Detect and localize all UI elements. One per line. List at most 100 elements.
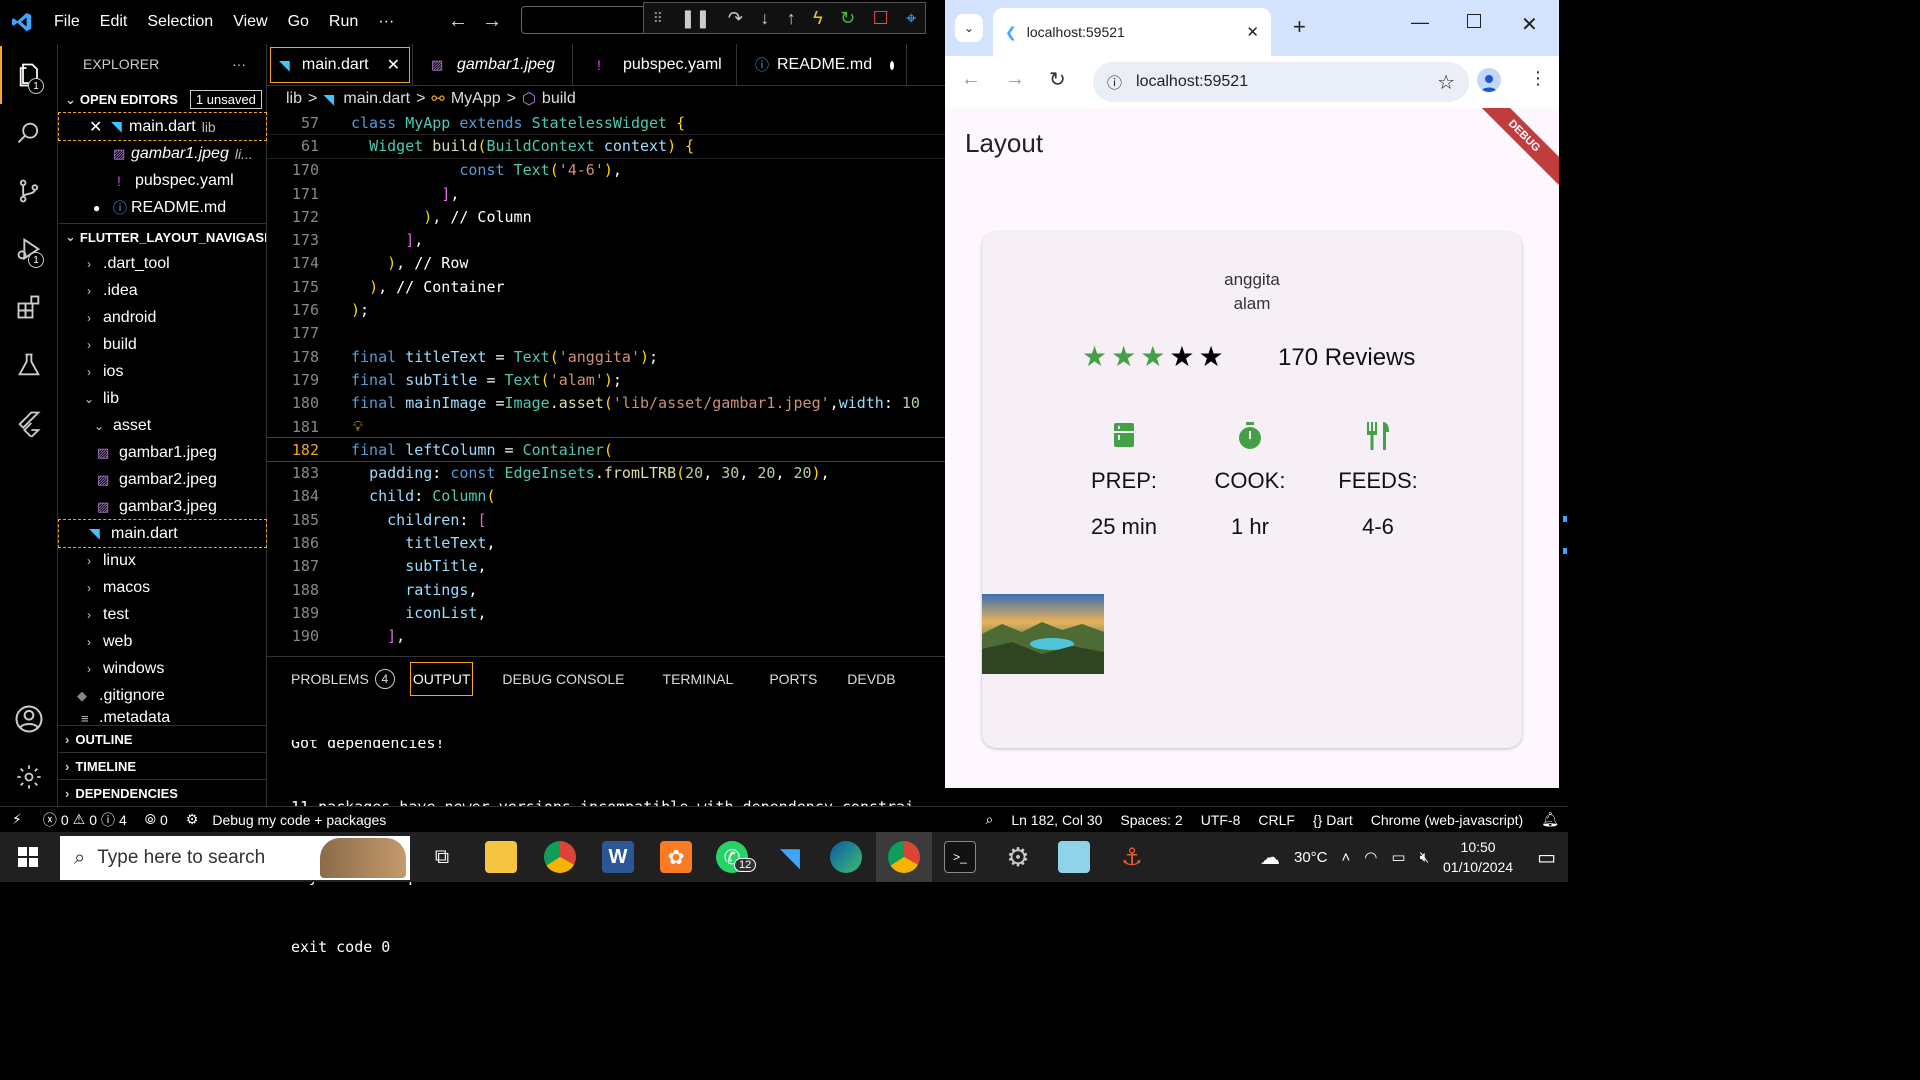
settings-app-icon[interactable]: ⚙ — [1002, 841, 1034, 873]
line-ending[interactable]: CRLF — [1249, 812, 1304, 828]
encoding[interactable]: UTF-8 — [1192, 812, 1250, 828]
chrome-menu-icon[interactable]: ⋮ — [1529, 68, 1547, 89]
explorer-more-button[interactable]: ··· — [232, 56, 246, 72]
extensions-icon[interactable] — [0, 278, 58, 336]
remote-indicator-icon[interactable]: ⚡ — [0, 811, 34, 828]
edge-icon[interactable] — [830, 841, 862, 873]
accounts-icon[interactable] — [0, 690, 58, 748]
folder-macos[interactable]: › macos — [59, 574, 266, 601]
restart-icon[interactable]: ↻ — [840, 8, 855, 29]
file-gambar3[interactable]: ▨ gambar3.jpeg — [59, 493, 266, 520]
taskbar-search[interactable]: ⌕ Type here to search — [60, 836, 410, 880]
wifi-icon[interactable]: ◠ — [1364, 848, 1377, 866]
step-into-icon[interactable]: ↓ — [760, 8, 769, 29]
back-arrow-icon[interactable]: ← — [448, 10, 468, 33]
menu-view[interactable]: View — [223, 0, 277, 44]
windows-start-icon[interactable] — [18, 847, 38, 867]
code-editor[interactable]: 57 class MyApp extends StatelessWidget {6… — [267, 112, 945, 654]
code-line[interactable]: 174 ), // Row — [267, 252, 945, 275]
explorer-icon[interactable]: 1 — [0, 46, 58, 104]
breadcrumb-class[interactable]: MyApp — [451, 90, 501, 108]
tab-close-icon[interactable]: ✕ — [1246, 23, 1259, 41]
xampp-icon[interactable]: ✿ — [660, 841, 692, 873]
code-line[interactable]: 183 padding: const EdgeInsets.fromLTRB(2… — [267, 461, 945, 484]
tab-close-icon[interactable]: ✕ — [387, 55, 400, 75]
tab-debug-console[interactable]: DEBUG CONSOLE — [474, 661, 638, 697]
menu-selection[interactable]: Selection — [137, 0, 223, 44]
cursor-position[interactable]: Ln 182, Col 30 — [1002, 812, 1111, 828]
open-editors-section[interactable]: ⌄ OPEN EDITORS 1 unsaved — [59, 86, 266, 113]
terminal-icon[interactable]: >_ — [944, 841, 976, 873]
tab-problems[interactable]: PROBLEMS 4 — [285, 661, 409, 697]
git-tool-icon[interactable]: ⚓ — [1116, 841, 1148, 873]
device-selector[interactable]: Chrome (web-javascript) — [1362, 812, 1532, 828]
timeline-section[interactable]: › TIMELINE — [59, 752, 267, 779]
settings-gear-icon[interactable] — [0, 748, 58, 806]
weather-temp[interactable]: 30°C — [1294, 849, 1328, 866]
tab-devdb[interactable]: DEVDB — [831, 661, 909, 697]
tab-gambar1[interactable]: ▨ gambar1.jpeg — [413, 44, 573, 86]
code-line[interactable]: 172 ), // Column — [267, 205, 945, 228]
profile-avatar-icon[interactable] — [1477, 68, 1501, 92]
open-editor-pubspec[interactable]: ! pubspec.yaml — [59, 167, 266, 194]
tab-output[interactable]: OUTPUT — [409, 661, 475, 697]
chrome-tab[interactable]: ❮ localhost:59521 ✕ — [993, 8, 1271, 56]
folder-dart-tool[interactable]: › .dart_tool — [59, 250, 266, 277]
code-line[interactable]: 171 ], — [267, 182, 945, 205]
file-main-dart[interactable]: ◥ main.dart — [58, 519, 267, 548]
tab-main-dart[interactable]: ◥ main.dart ✕ — [267, 44, 413, 86]
inspect-widget-icon[interactable]: ⌖ — [906, 8, 916, 29]
minimize-icon[interactable]: — — [1411, 12, 1429, 33]
code-line[interactable]: 170 const Text('4-6'), — [267, 159, 945, 182]
code-line[interactable]: 190 ], — [267, 625, 945, 648]
hot-reload-icon[interactable]: ϟ — [813, 8, 823, 29]
task-view-icon[interactable]: ⧉ — [426, 841, 458, 873]
code-line[interactable]: 181 💡︎ — [267, 415, 945, 438]
code-line[interactable]: 179 final subTitle = Text('alam'); — [267, 368, 945, 391]
folder-ios[interactable]: › ios — [59, 358, 266, 385]
open-editor-gambar1[interactable]: ▨ gambar1.jpeg li... — [59, 140, 266, 167]
step-out-icon[interactable]: ↑ — [787, 8, 796, 29]
weather-icon[interactable]: ☁ — [1260, 845, 1280, 870]
folder-android[interactable]: › android — [59, 304, 266, 331]
search-icon[interactable] — [0, 104, 58, 162]
problems-status[interactable]: ⓧ 0 ⚠ 0 ⓘ 4 — [34, 810, 136, 830]
lightbulb-icon[interactable]: 💡︎ — [353, 419, 363, 435]
code-line[interactable]: 188 ratings, — [267, 578, 945, 601]
code-line[interactable]: 178 final titleText = Text('anggita'); — [267, 345, 945, 368]
battery-icon[interactable]: ▭ — [1391, 848, 1405, 866]
breadcrumb-method[interactable]: build — [542, 90, 576, 108]
site-info-icon[interactable]: ⓘ — [1107, 72, 1122, 93]
source-control-icon[interactable] — [0, 162, 58, 220]
flutter-icon[interactable] — [0, 394, 58, 452]
window-close-icon[interactable]: ✕ — [1521, 12, 1538, 37]
stop-icon[interactable]: ☐ — [873, 8, 889, 29]
outline-section[interactable]: › OUTLINE — [59, 725, 267, 752]
close-icon[interactable]: ✕ — [89, 117, 111, 137]
chrome-icon[interactable] — [888, 841, 920, 873]
tray-expand-icon[interactable]: ˄ — [1342, 849, 1351, 866]
tab-terminal[interactable]: TERMINAL — [639, 661, 748, 697]
folder-asset[interactable]: ⌄ asset — [59, 412, 266, 439]
debug-mode-status[interactable]: ⚙ Debug my code + packages — [177, 811, 396, 828]
maximize-icon[interactable] — [1467, 14, 1481, 28]
notepad-icon[interactable] — [1058, 841, 1090, 873]
menu-edit[interactable]: Edit — [90, 0, 138, 44]
zoom-icon[interactable]: ⌕ — [977, 811, 1003, 828]
folder-build[interactable]: › build — [59, 331, 266, 358]
open-editor-main-dart[interactable]: ✕ ◥ main.dart lib — [58, 112, 267, 141]
tab-search-dropdown-icon[interactable]: ⌄ — [955, 14, 983, 42]
address-bar[interactable]: ⓘ localhost:59521 ☆ — [1093, 62, 1469, 102]
project-section[interactable]: ⌄ FLUTTER_LAYOUT_NAVIGASI — [59, 223, 266, 250]
folder-web[interactable]: › web — [59, 628, 266, 655]
indentation[interactable]: Spaces: 2 — [1111, 812, 1191, 828]
file-gitignore[interactable]: ◆ .gitignore — [59, 682, 266, 709]
breadcrumb-lib[interactable]: lib — [286, 90, 302, 108]
language-mode[interactable]: {} Dart — [1304, 812, 1362, 828]
code-line[interactable]: 61 Widget build(BuildContext context) { — [267, 135, 945, 159]
tab-readme[interactable]: ⓘ README.md — [737, 44, 907, 86]
breadcrumb-file[interactable]: main.dart — [343, 90, 410, 108]
pause-icon[interactable]: ❚❚ — [680, 8, 710, 29]
drag-handle-icon[interactable]: ⠿ — [653, 10, 663, 27]
code-line[interactable]: 182 final leftColumn = Container( — [267, 437, 945, 463]
